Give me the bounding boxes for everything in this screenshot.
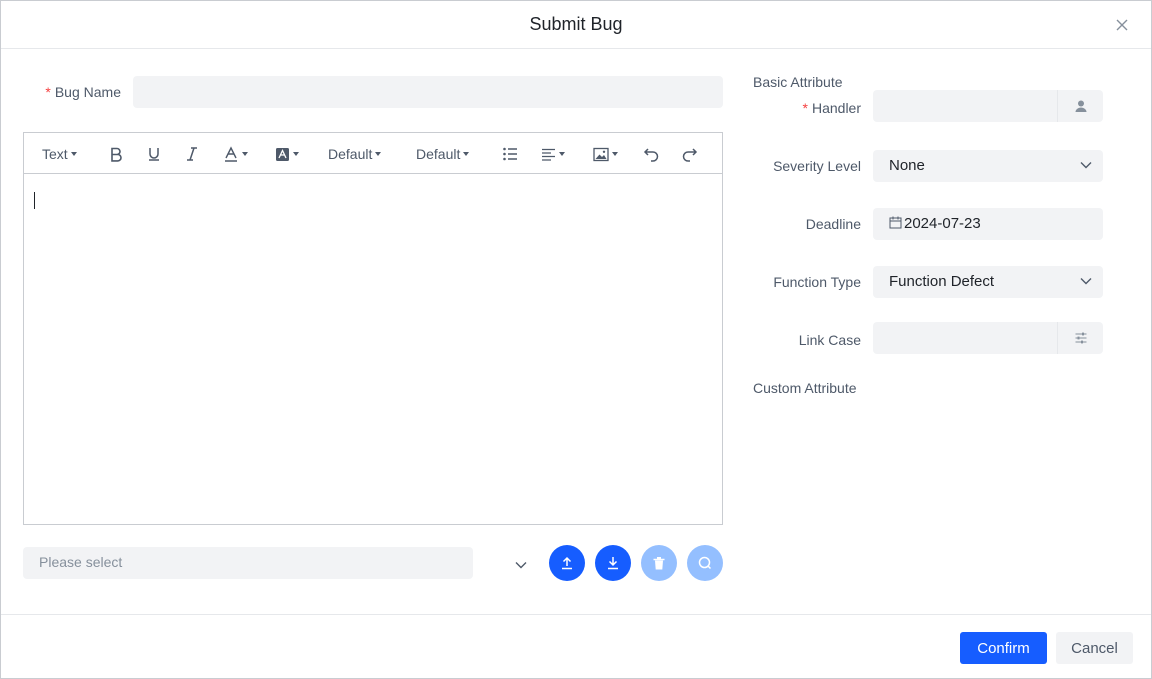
highlight-icon <box>276 147 289 161</box>
upload-button[interactable] <box>549 545 585 581</box>
bug-name-input[interactable] <box>133 76 723 108</box>
undo-icon[interactable] <box>643 143 660 165</box>
link-case-input[interactable] <box>873 322 1103 354</box>
italic-icon[interactable] <box>184 143 200 165</box>
dialog-title: Submit Bug <box>529 14 623 34</box>
bug-name-label: * Bug Name <box>45 84 121 100</box>
cancel-button[interactable]: Cancel <box>1056 632 1133 664</box>
deadline-picker[interactable]: 2024-07-23 <box>873 208 1103 240</box>
custom-attribute-heading: Custom Attribute <box>753 380 857 396</box>
chevron-down-icon <box>1080 162 1092 169</box>
highlight-dropdown[interactable] <box>275 143 299 165</box>
function-type-select[interactable]: Function Defect <box>873 266 1103 298</box>
download-button[interactable] <box>595 545 631 581</box>
font-color-dropdown[interactable] <box>223 143 248 165</box>
font-size-dropdown[interactable]: Default <box>416 143 470 165</box>
chevron-down-icon[interactable] <box>514 557 528 569</box>
delete-button[interactable] <box>641 545 677 581</box>
severity-select[interactable]: None <box>873 150 1103 182</box>
attachment-select[interactable]: Please select <box>23 547 473 579</box>
bullet-list-icon[interactable] <box>502 143 518 165</box>
confirm-button[interactable]: Confirm <box>960 632 1047 664</box>
font-color-icon <box>225 146 237 162</box>
upload-icon <box>562 556 572 570</box>
deadline-label: Deadline <box>805 216 861 232</box>
delete-icon <box>653 556 665 569</box>
search-button[interactable] <box>687 545 723 581</box>
link-case-label: Link Case <box>798 332 861 348</box>
font-family-dropdown[interactable]: Default <box>328 143 382 165</box>
editor-toolbar: Text Default Default <box>24 133 722 174</box>
editor-content-area[interactable] <box>24 174 722 524</box>
image-icon <box>593 147 609 161</box>
underline-icon[interactable] <box>146 143 162 165</box>
required-mark: * <box>45 84 51 100</box>
calendar-icon <box>889 216 902 229</box>
settings-sliders-icon[interactable] <box>1057 322 1103 354</box>
handler-input[interactable] <box>873 90 1103 122</box>
dialog-footer: Confirm Cancel <box>1 614 1151 678</box>
search-icon <box>698 556 712 570</box>
rich-text-editor: Text Default Default <box>23 132 723 525</box>
user-icon[interactable] <box>1057 90 1103 122</box>
dialog-header: Submit Bug <box>1 1 1151 49</box>
submit-bug-dialog: Submit Bug * Bug Name Text Default Defau… <box>0 0 1152 679</box>
align-dropdown[interactable] <box>541 143 565 165</box>
redo-icon[interactable] <box>681 143 698 165</box>
required-mark: * <box>802 100 808 116</box>
download-icon <box>608 557 618 570</box>
function-type-label: Function Type <box>773 274 861 290</box>
handler-label: * Handler <box>802 100 861 116</box>
basic-attribute-heading: Basic Attribute <box>753 74 843 90</box>
bold-icon[interactable] <box>108 143 124 165</box>
align-icon <box>542 148 555 161</box>
chevron-down-icon <box>1080 278 1092 285</box>
severity-label: Severity Level <box>773 158 861 174</box>
close-icon[interactable] <box>1113 16 1131 34</box>
text-cursor <box>34 192 35 209</box>
text-style-dropdown[interactable]: Text <box>42 143 77 165</box>
image-dropdown[interactable] <box>593 143 618 165</box>
